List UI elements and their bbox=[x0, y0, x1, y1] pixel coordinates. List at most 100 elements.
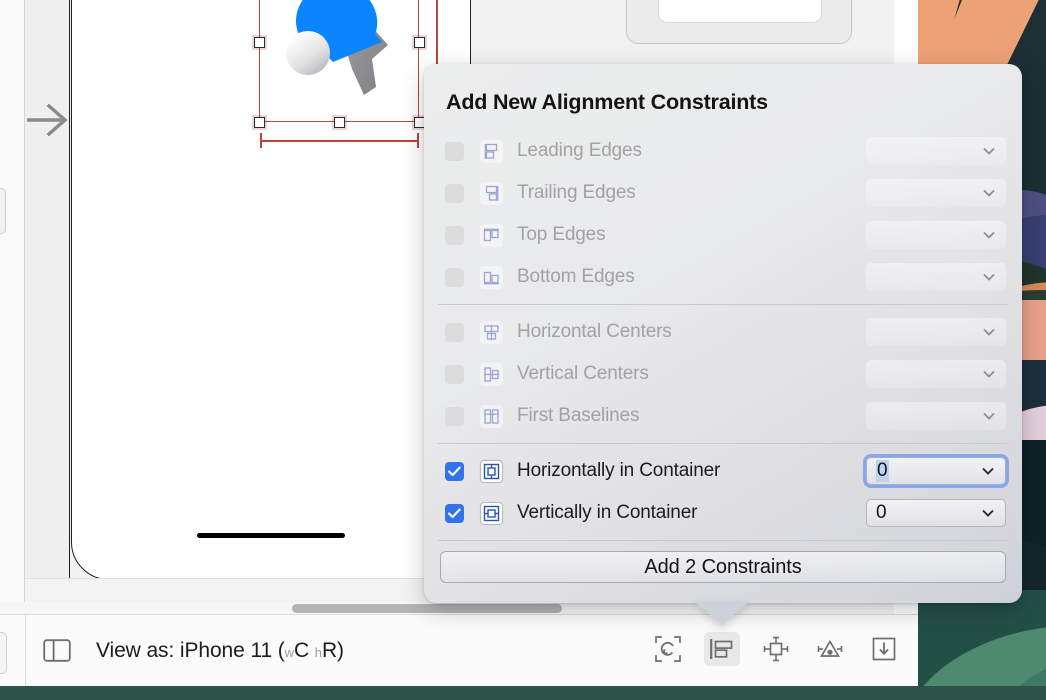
popover-title: Add New Alignment Constraints bbox=[446, 90, 768, 114]
row-trailing-edges[interactable]: Trailing Edges bbox=[424, 172, 1022, 214]
panel-resize-handle[interactable] bbox=[0, 188, 6, 234]
view-as-label[interactable]: View as: iPhone 11 (wC hR) bbox=[96, 639, 344, 663]
row-vertically-in-container[interactable]: Vertically in Container 0 bbox=[424, 492, 1022, 534]
width-guide-cap bbox=[417, 133, 419, 148]
resize-handle-middle-right[interactable] bbox=[414, 37, 425, 48]
panel-resize-handle[interactable] bbox=[0, 632, 7, 674]
resize-handle-middle-left[interactable] bbox=[254, 37, 265, 48]
row-vertical-centers[interactable]: Vertical Centers bbox=[424, 353, 1022, 395]
vertical-centers-value-combobox[interactable] bbox=[866, 360, 1006, 388]
vertically-in-container-value-combobox[interactable]: 0 bbox=[866, 499, 1006, 527]
row-leading-edges[interactable]: Leading Edges bbox=[424, 130, 1022, 172]
trait-width-subscript: w bbox=[284, 645, 294, 660]
combo-value: 0 bbox=[876, 460, 889, 482]
width-guide-line bbox=[260, 140, 419, 142]
align-top-edges-icon[interactable] bbox=[480, 223, 503, 247]
vertically-in-container-checkbox[interactable] bbox=[445, 503, 464, 523]
center-horizontally-in-container-icon[interactable] bbox=[480, 459, 503, 483]
alignment-constraint-rows: Leading Edges Trailing Edges Top Edges B… bbox=[424, 130, 1022, 547]
ping-pong-paddle-icon bbox=[286, 0, 388, 95]
row-first-baselines[interactable]: First Baselines bbox=[424, 395, 1022, 437]
top-edges-value-combobox[interactable] bbox=[866, 221, 1006, 249]
resolve-auto-layout-issues-button[interactable] bbox=[812, 632, 848, 666]
align-first-baselines-icon[interactable] bbox=[480, 404, 503, 428]
chevron-down-icon bbox=[982, 467, 994, 475]
popover-tail bbox=[694, 601, 750, 625]
update-frames-button[interactable] bbox=[650, 632, 686, 666]
group-separator bbox=[438, 540, 1008, 541]
chevron-down-icon bbox=[982, 509, 994, 517]
checkmark-icon bbox=[448, 466, 461, 476]
leading-edges-value-combobox[interactable] bbox=[866, 137, 1006, 165]
embed-in-button[interactable] bbox=[866, 632, 902, 666]
align-trailing-edges-icon[interactable] bbox=[480, 181, 503, 205]
row-horizontally-in-container[interactable]: Horizontally in Container 0 bbox=[424, 450, 1022, 492]
horizontal-centers-checkbox[interactable] bbox=[445, 322, 464, 342]
trait-height-subscript: h bbox=[314, 645, 322, 660]
horizontally-in-container-value-combobox[interactable]: 0 bbox=[866, 457, 1006, 485]
align-button[interactable] bbox=[704, 632, 740, 666]
row-label: Horizontally in Container bbox=[517, 460, 721, 481]
chevron-down-icon bbox=[983, 328, 995, 336]
trailing-edges-checkbox[interactable] bbox=[445, 183, 464, 203]
row-horizontal-centers[interactable]: Horizontal Centers bbox=[424, 311, 1022, 353]
trait-width-class: C bbox=[293, 639, 310, 662]
group-separator bbox=[438, 443, 1008, 444]
wallpaper-band bbox=[0, 686, 1046, 700]
align-icon bbox=[710, 639, 733, 659]
sidebar-toggle-icon[interactable] bbox=[43, 639, 71, 662]
bottom-edges-value-combobox[interactable] bbox=[866, 263, 1006, 291]
chevron-down-icon bbox=[983, 370, 995, 378]
align-horizontal-centers-icon[interactable] bbox=[480, 320, 503, 344]
top-edges-checkbox[interactable] bbox=[445, 225, 464, 245]
row-label: Horizontal Centers bbox=[517, 321, 672, 342]
chevron-down-icon bbox=[983, 273, 995, 281]
add-constraints-button[interactable]: Add 2 Constraints bbox=[440, 551, 1006, 583]
secondary-panel-field bbox=[658, 0, 822, 23]
secondary-panel bbox=[626, 0, 852, 44]
center-vertically-in-container-icon[interactable] bbox=[480, 501, 503, 525]
row-bottom-edges[interactable]: Bottom Edges bbox=[424, 256, 1022, 298]
add-new-constraints-icon bbox=[763, 636, 789, 662]
align-leading-edges-icon[interactable] bbox=[480, 139, 503, 163]
leading-edges-checkbox[interactable] bbox=[445, 141, 464, 161]
row-label: Leading Edges bbox=[517, 140, 642, 161]
entry-point-arrow-icon bbox=[27, 103, 68, 137]
horizontal-scrollbar[interactable] bbox=[292, 604, 562, 613]
toolbar-divider bbox=[25, 614, 26, 686]
horizontal-centers-value-combobox[interactable] bbox=[866, 318, 1006, 346]
vertical-centers-checkbox[interactable] bbox=[445, 364, 464, 384]
row-label: Vertically in Container bbox=[517, 502, 698, 523]
trailing-edges-value-combobox[interactable] bbox=[866, 179, 1006, 207]
add-new-alignment-constraints-popover: Add New Alignment Constraints Leading Ed… bbox=[424, 64, 1022, 625]
align-bottom-edges-icon[interactable] bbox=[480, 265, 503, 289]
device-view-iphone-11[interactable] bbox=[71, 0, 471, 580]
row-top-edges[interactable]: Top Edges bbox=[424, 214, 1022, 256]
chevron-down-icon bbox=[983, 412, 995, 420]
row-label: Bottom Edges bbox=[517, 266, 635, 287]
auto-layout-toolbar bbox=[650, 632, 902, 666]
combo-value: 0 bbox=[876, 502, 887, 523]
chevron-down-icon bbox=[983, 231, 995, 239]
align-vertical-centers-icon[interactable] bbox=[480, 362, 503, 386]
canvas-rail bbox=[25, 0, 70, 602]
bottom-edges-checkbox[interactable] bbox=[445, 267, 464, 287]
add-new-constraints-button[interactable] bbox=[758, 632, 794, 666]
home-indicator bbox=[197, 533, 345, 538]
canvas-gutter bbox=[0, 0, 25, 602]
first-baselines-checkbox[interactable] bbox=[445, 406, 464, 426]
chevron-down-icon bbox=[983, 189, 995, 197]
group-separator bbox=[438, 304, 1008, 305]
chevron-down-icon bbox=[983, 147, 995, 155]
horizontally-in-container-checkbox[interactable] bbox=[445, 461, 464, 481]
screen: View as: iPhone 11 (wC hR) Add New Align… bbox=[0, 0, 1046, 700]
first-baselines-value-combobox[interactable] bbox=[866, 402, 1006, 430]
row-label: Vertical Centers bbox=[517, 363, 649, 384]
canvas-divider bbox=[470, 0, 471, 58]
selected-view-bounds[interactable] bbox=[254, 0, 425, 128]
update-frames-icon bbox=[655, 636, 681, 662]
resize-handle-bottom-center[interactable] bbox=[334, 117, 345, 128]
view-as-prefix: View as: iPhone 11 ( bbox=[96, 639, 285, 662]
resize-handle-bottom-left[interactable] bbox=[254, 117, 265, 128]
row-label: First Baselines bbox=[517, 405, 640, 426]
